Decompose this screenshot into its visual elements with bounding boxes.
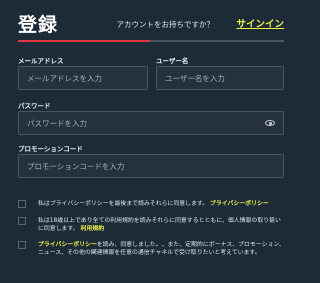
consent-terms-text: 私は18歳以上であり全ての利用規約を読みそれらに同意するとともに、個人情報の取り… — [38, 218, 281, 232]
username-label: ユーザー名 — [156, 57, 189, 65]
page-title: 登録 — [18, 14, 59, 36]
checkbox-marketing[interactable] — [18, 241, 26, 249]
marketing-privacy-link[interactable]: プライバシーポリシー — [38, 242, 97, 248]
username-placeholder: ユーザー名を入力 — [165, 73, 225, 83]
tab-underline-active — [18, 40, 150, 42]
promo-placeholder: プロモーションコードを入力 — [27, 161, 125, 171]
username-field[interactable]: ユーザー名を入力 — [156, 66, 284, 90]
signin-link[interactable]: サインイン — [236, 16, 284, 30]
consent-terms: 私は18歳以上であり全ての利用規約を読みそれらに同意するとともに、個人情報の取り… — [18, 217, 286, 233]
consent-marketing-text: プライバシーポリシーを読み、同意しました。、また、定期的にボーナス、プロモーショ… — [38, 242, 285, 256]
account-question: アカウントをお持ちですか？ — [116, 20, 215, 29]
privacy-policy-link[interactable]: プライバシーポリシー — [210, 201, 269, 207]
email-label: メールアドレス — [18, 57, 64, 65]
consent-privacy: 私はプライバシーポリシーを最後まで読みそれらに同意します。 プライバシーポリシー — [18, 200, 286, 208]
promo-label: プロモーションコード — [18, 145, 83, 153]
password-placeholder: パスワードを入力 — [27, 118, 87, 128]
password-field[interactable]: パスワードを入力 — [18, 111, 284, 135]
email-field[interactable]: メールアドレスを入力 — [18, 66, 148, 90]
checkbox-privacy[interactable] — [18, 200, 26, 208]
promo-field[interactable]: プロモーションコードを入力 — [18, 154, 284, 178]
consent-marketing: プライバシーポリシーを読み、同意しました。、また、定期的にボーナス、プロモーショ… — [18, 241, 286, 257]
eye-icon[interactable] — [265, 120, 275, 126]
terms-link[interactable]: 利用規約 — [81, 226, 105, 232]
consent-privacy-text: 私はプライバシーポリシーを最後まで読みそれらに同意します。 プライバシーポリシー — [38, 201, 269, 207]
checkbox-terms[interactable] — [18, 217, 26, 225]
email-placeholder: メールアドレスを入力 — [27, 73, 102, 83]
password-label: パスワード — [18, 102, 51, 110]
